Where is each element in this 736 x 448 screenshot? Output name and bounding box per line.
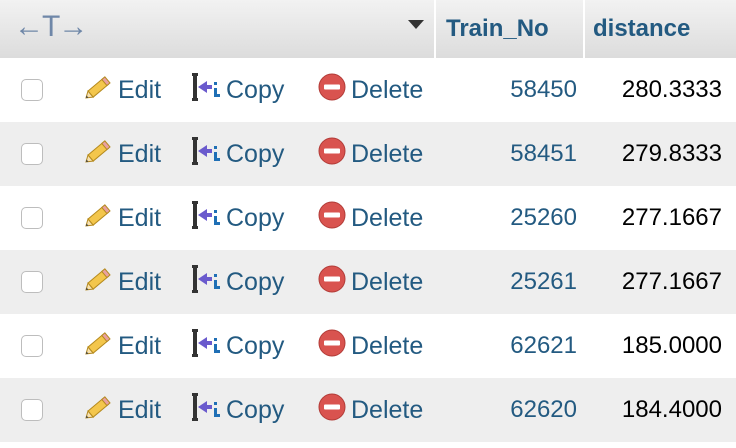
edit-link[interactable]: Edit <box>84 74 161 107</box>
row-checkbox[interactable] <box>21 143 43 165</box>
delete-icon[interactable] <box>317 136 347 173</box>
row-checkbox[interactable] <box>21 207 43 229</box>
cell-distance[interactable]: 277.1667 <box>622 268 722 296</box>
delete-icon[interactable] <box>317 328 347 365</box>
copy-icon[interactable] <box>190 328 222 365</box>
cell-distance[interactable]: 184.4000 <box>622 396 722 424</box>
delete-label[interactable]: Delete <box>351 204 423 233</box>
copy-link[interactable]: Copy <box>190 200 284 237</box>
delete-link[interactable]: Delete <box>317 392 423 429</box>
cell-train-no[interactable]: 58450 <box>510 76 577 104</box>
edit-label[interactable]: Edit <box>118 268 161 297</box>
row-checkbox[interactable] <box>21 399 43 421</box>
table-header: ←T→ Train_No distance <box>0 0 736 58</box>
table-row: Edit Copy Delete 62620 184.4000 <box>0 378 736 442</box>
copy-label[interactable]: Copy <box>226 396 284 425</box>
copy-icon[interactable] <box>190 200 222 237</box>
row-checkbox[interactable] <box>21 79 43 101</box>
delete-icon[interactable] <box>317 72 347 109</box>
delete-label[interactable]: Delete <box>351 268 423 297</box>
cell-distance[interactable]: 280.3333 <box>622 76 722 104</box>
pencil-icon[interactable] <box>84 330 114 363</box>
cell-train-no[interactable]: 25260 <box>510 204 577 232</box>
column-label-train-no[interactable]: Train_No <box>446 15 549 43</box>
header-distance[interactable]: distance <box>585 0 736 58</box>
cell-distance[interactable]: 185.0000 <box>622 332 722 360</box>
pencil-icon[interactable] <box>84 266 114 299</box>
sort-desc-icon[interactable] <box>408 20 424 29</box>
table-row: Edit Copy Delete 62621 185.0000 <box>0 314 736 378</box>
copy-label[interactable]: Copy <box>226 268 284 297</box>
cell-train-no[interactable]: 62621 <box>510 332 577 360</box>
copy-link[interactable]: Copy <box>190 72 284 109</box>
delete-link[interactable]: Delete <box>317 328 423 365</box>
row-checkbox[interactable] <box>21 335 43 357</box>
pencil-icon[interactable] <box>84 394 114 427</box>
copy-link[interactable]: Copy <box>190 392 284 429</box>
edit-label[interactable]: Edit <box>118 140 161 169</box>
delete-label[interactable]: Delete <box>351 140 423 169</box>
copy-icon[interactable] <box>190 72 222 109</box>
copy-link[interactable]: Copy <box>190 136 284 173</box>
edit-link[interactable]: Edit <box>84 138 161 171</box>
cell-train-no[interactable]: 62620 <box>510 396 577 424</box>
table-row: Edit Copy Delete 58451 279.8333 <box>0 122 736 186</box>
copy-icon[interactable] <box>190 392 222 429</box>
edit-link[interactable]: Edit <box>84 266 161 299</box>
pencil-icon[interactable] <box>84 202 114 235</box>
copy-label[interactable]: Copy <box>226 204 284 233</box>
delete-icon[interactable] <box>317 392 347 429</box>
delete-label[interactable]: Delete <box>351 332 423 361</box>
table-row: Edit Copy Delete 25260 277.1667 <box>0 186 736 250</box>
delete-link[interactable]: Delete <box>317 200 423 237</box>
edit-link[interactable]: Edit <box>84 394 161 427</box>
delete-link[interactable]: Delete <box>317 264 423 301</box>
column-nav-arrows[interactable]: ←T→ <box>14 10 88 44</box>
row-checkbox[interactable] <box>21 271 43 293</box>
cell-train-no[interactable]: 25261 <box>510 268 577 296</box>
column-label-distance[interactable]: distance <box>593 15 690 43</box>
copy-icon[interactable] <box>190 136 222 173</box>
results-table: ←T→ Train_No distance Edit Copy Delete 5845… <box>0 0 736 448</box>
delete-link[interactable]: Delete <box>317 136 423 173</box>
copy-icon[interactable] <box>190 264 222 301</box>
delete-label[interactable]: Delete <box>351 396 423 425</box>
header-actions-column: ←T→ <box>0 0 436 58</box>
header-train-no[interactable]: Train_No <box>436 0 585 58</box>
delete-icon[interactable] <box>317 200 347 237</box>
table-row: Edit Copy Delete 25261 277.1667 <box>0 250 736 314</box>
pencil-icon[interactable] <box>84 74 114 107</box>
delete-label[interactable]: Delete <box>351 76 423 105</box>
copy-link[interactable]: Copy <box>190 328 284 365</box>
cell-distance[interactable]: 277.1667 <box>622 204 722 232</box>
delete-icon[interactable] <box>317 264 347 301</box>
edit-label[interactable]: Edit <box>118 76 161 105</box>
copy-label[interactable]: Copy <box>226 332 284 361</box>
copy-label[interactable]: Copy <box>226 76 284 105</box>
edit-label[interactable]: Edit <box>118 396 161 425</box>
pencil-icon[interactable] <box>84 138 114 171</box>
edit-link[interactable]: Edit <box>84 202 161 235</box>
cell-distance[interactable]: 279.8333 <box>622 140 722 168</box>
copy-label[interactable]: Copy <box>226 140 284 169</box>
edit-label[interactable]: Edit <box>118 332 161 361</box>
edit-label[interactable]: Edit <box>118 204 161 233</box>
delete-link[interactable]: Delete <box>317 72 423 109</box>
copy-link[interactable]: Copy <box>190 264 284 301</box>
table-row: Edit Copy Delete 58450 280.3333 <box>0 58 736 122</box>
edit-link[interactable]: Edit <box>84 330 161 363</box>
cell-train-no[interactable]: 58451 <box>510 140 577 168</box>
